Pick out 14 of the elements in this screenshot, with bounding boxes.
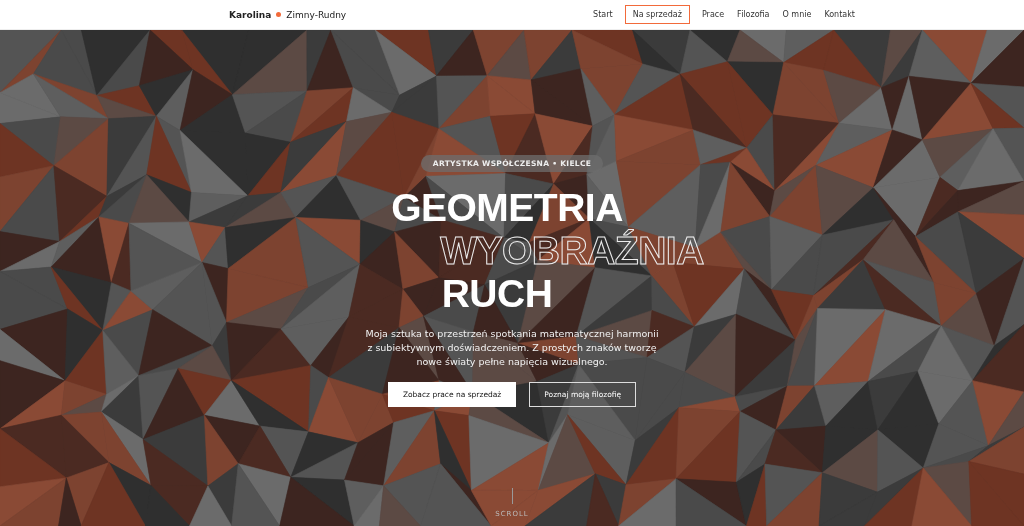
nav-link[interactable]: Prace	[700, 5, 726, 24]
nav-link[interactable]: Kontakt	[823, 5, 856, 24]
nav-link[interactable]: Start	[592, 5, 614, 24]
scroll-line	[511, 488, 513, 504]
logo-last-name: Zimny-Rudny	[286, 9, 347, 20]
nav-link[interactable]: O mnie	[781, 5, 813, 24]
hero-title: GEOMETRIA	[391, 186, 623, 229]
nav-link[interactable]: Na sprzedaż	[624, 5, 690, 24]
outlined-hero-title: WYOBRAŹNIA	[440, 229, 704, 272]
logo-first-name: Karolina	[229, 9, 272, 20]
hero-title: RUCH	[441, 272, 553, 315]
nav-link[interactable]: Filozofia	[736, 5, 771, 24]
hero-description: Moja sztuka to przestrzeń spotkania matematycznej harmonii z subiektywnym doświadczeniem. Z prostych znaków tworzę nowe światy pełne napięcia wizualnego.	[364, 327, 660, 369]
dot-icon	[276, 12, 282, 17]
